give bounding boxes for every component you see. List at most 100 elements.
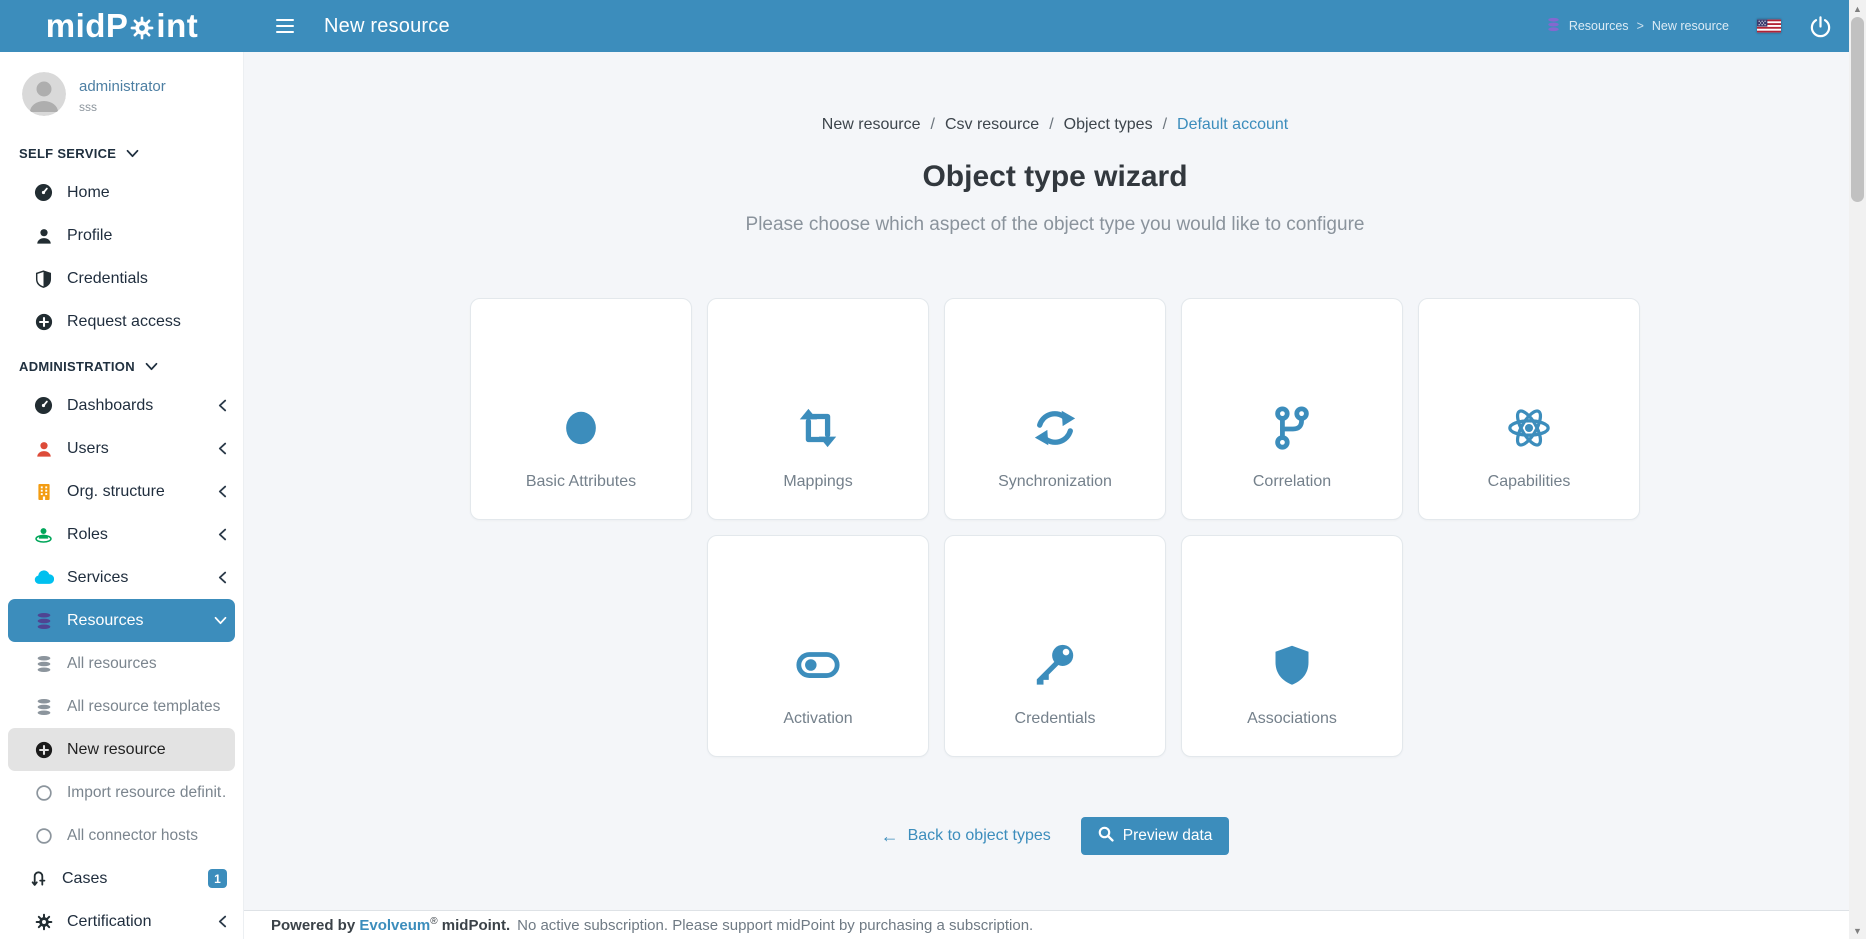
scroll-down-arrow-icon[interactable]: ▼ xyxy=(1849,922,1866,939)
sidebar-item-all-resource-templates[interactable]: All resource templates xyxy=(0,685,243,728)
vertical-scrollbar[interactable]: ▲ ▼ xyxy=(1849,0,1866,939)
sidebar-item-request-access[interactable]: Request access xyxy=(0,300,243,343)
sidebar: administrator sss SELF SERVICE Home Prof… xyxy=(0,52,244,939)
scrollbar-thumb[interactable] xyxy=(1851,17,1864,202)
chevron-left-icon xyxy=(218,485,227,498)
sidebar-item-resources[interactable]: Resources xyxy=(8,599,235,642)
subscription-note: No active subscription. Please support m… xyxy=(517,917,1033,934)
tile-correlation[interactable]: Correlation xyxy=(1181,298,1403,520)
user-name-link[interactable]: administrator xyxy=(79,78,166,95)
tile-associations[interactable]: Associations xyxy=(1181,535,1403,757)
breadcrumb-separator: / xyxy=(930,116,934,134)
breadcrumb-object-types[interactable]: Object types xyxy=(1064,116,1153,134)
tile-label: Capabilities xyxy=(1488,473,1571,491)
sidebar-item-label: Services xyxy=(67,569,128,587)
role-user-ring-icon xyxy=(33,526,54,544)
sidebar-item-label: Org. structure xyxy=(67,483,165,501)
search-icon xyxy=(1098,826,1114,847)
sidebar-item-all-resources[interactable]: All resources xyxy=(0,642,243,685)
chevron-down-icon xyxy=(214,616,227,625)
sidebar-item-cases[interactable]: Cases 1 xyxy=(0,857,243,900)
sidebar-item-label: Profile xyxy=(67,227,112,245)
sidebar-item-label: All connector hosts xyxy=(67,827,198,845)
topbar: midP int New resource Resources > New re… xyxy=(0,0,1866,52)
building-icon xyxy=(33,483,54,501)
section-self-service[interactable]: SELF SERVICE xyxy=(0,130,243,171)
shield-icon xyxy=(1270,536,1314,688)
midpoint-logo[interactable]: midP int xyxy=(0,7,244,45)
sidebar-item-users[interactable]: Users xyxy=(0,427,243,470)
sidebar-item-certification[interactable]: Certification xyxy=(0,900,243,939)
toggle-icon xyxy=(794,536,842,688)
back-to-object-types-link[interactable]: ← Back to object types xyxy=(881,826,1051,847)
sidebar-item-import-resource-definition[interactable]: Import resource definit… xyxy=(0,771,243,814)
user-icon xyxy=(33,440,54,458)
tile-label: Mappings xyxy=(783,473,852,491)
sidebar-item-profile[interactable]: Profile xyxy=(0,214,243,257)
user-role: sss xyxy=(79,100,166,114)
certification-rosette-icon xyxy=(33,913,54,931)
logo-text-left: midP xyxy=(46,7,129,45)
sidebar-item-label: Resources xyxy=(67,612,143,630)
chevron-left-icon xyxy=(218,442,227,455)
tile-label: Correlation xyxy=(1253,473,1331,491)
sidebar-item-label: All resources xyxy=(67,655,157,673)
database-icon xyxy=(33,612,54,630)
sidebar-item-new-resource[interactable]: New resource xyxy=(8,728,235,771)
sidebar-item-label: Dashboards xyxy=(67,397,153,415)
topbar-breadcrumb-resources[interactable]: Resources xyxy=(1569,19,1629,33)
registered-mark: ® xyxy=(430,916,437,927)
code-branch-icon xyxy=(1269,299,1315,451)
breadcrumb-default-account[interactable]: Default account xyxy=(1177,116,1288,134)
sidebar-item-label: Certification xyxy=(67,913,151,931)
tile-label: Synchronization xyxy=(998,473,1112,491)
breadcrumb-new-resource[interactable]: New resource xyxy=(822,116,921,134)
sidebar-item-all-connector-hosts[interactable]: All connector hosts xyxy=(0,814,243,857)
tile-label: Activation xyxy=(783,710,852,728)
sidebar-item-credentials[interactable]: Credentials xyxy=(0,257,243,300)
wizard-breadcrumb: New resource / Csv resource / Object typ… xyxy=(822,116,1288,134)
chevron-left-icon xyxy=(218,528,227,541)
shield-half-icon xyxy=(33,270,54,288)
atom-icon xyxy=(1506,299,1552,451)
circle-icon xyxy=(558,299,604,451)
section-administration-label: ADMINISTRATION xyxy=(19,359,135,374)
sidebar-item-label: All resource templates xyxy=(67,698,220,716)
tile-label: Credentials xyxy=(1015,710,1096,728)
hamburger-menu-icon[interactable] xyxy=(262,0,308,52)
chevron-down-icon xyxy=(145,359,158,374)
tile-mappings[interactable]: Mappings xyxy=(707,298,929,520)
wizard-subtitle: Please choose which aspect of the object… xyxy=(746,214,1365,236)
back-link-label: Back to object types xyxy=(908,827,1051,845)
preview-button-label: Preview data xyxy=(1123,827,1213,845)
breadcrumb-separator: / xyxy=(1049,116,1053,134)
sync-icon xyxy=(1031,299,1079,451)
logout-power-icon[interactable] xyxy=(1809,15,1832,38)
arrow-left-icon: ← xyxy=(881,826,899,847)
cloud-icon xyxy=(33,570,54,585)
scroll-up-arrow-icon[interactable]: ▲ xyxy=(1849,0,1866,17)
sidebar-item-label: Import resource definit… xyxy=(67,784,227,802)
sidebar-item-home[interactable]: Home xyxy=(0,171,243,214)
sidebar-item-services[interactable]: Services xyxy=(0,556,243,599)
sidebar-item-label: Roles xyxy=(67,526,108,544)
plus-circle-icon xyxy=(33,313,54,331)
sidebar-item-dashboards[interactable]: Dashboards xyxy=(0,384,243,427)
sidebar-item-roles[interactable]: Roles xyxy=(0,513,243,556)
preview-data-button[interactable]: Preview data xyxy=(1081,817,1230,855)
tile-activation[interactable]: Activation xyxy=(707,535,929,757)
tachometer-icon xyxy=(33,396,54,415)
gear-icon xyxy=(130,16,154,40)
breadcrumb-csv-resource[interactable]: Csv resource xyxy=(945,116,1039,134)
tile-credentials[interactable]: Credentials xyxy=(944,535,1166,757)
tile-synchronization[interactable]: Synchronization xyxy=(944,298,1166,520)
tile-capabilities[interactable]: Capabilities xyxy=(1418,298,1640,520)
language-flag-icon[interactable] xyxy=(1757,19,1781,33)
section-administration[interactable]: ADMINISTRATION xyxy=(0,343,243,384)
avatar[interactable] xyxy=(22,72,66,116)
sidebar-item-org-structure[interactable]: Org. structure xyxy=(0,470,243,513)
topbar-breadcrumb: Resources > New resource xyxy=(1546,17,1729,35)
topbar-breadcrumb-new-resource[interactable]: New resource xyxy=(1652,19,1729,33)
tile-basic-attributes[interactable]: Basic Attributes xyxy=(470,298,692,520)
evolveum-link[interactable]: Evolveum xyxy=(359,917,430,934)
